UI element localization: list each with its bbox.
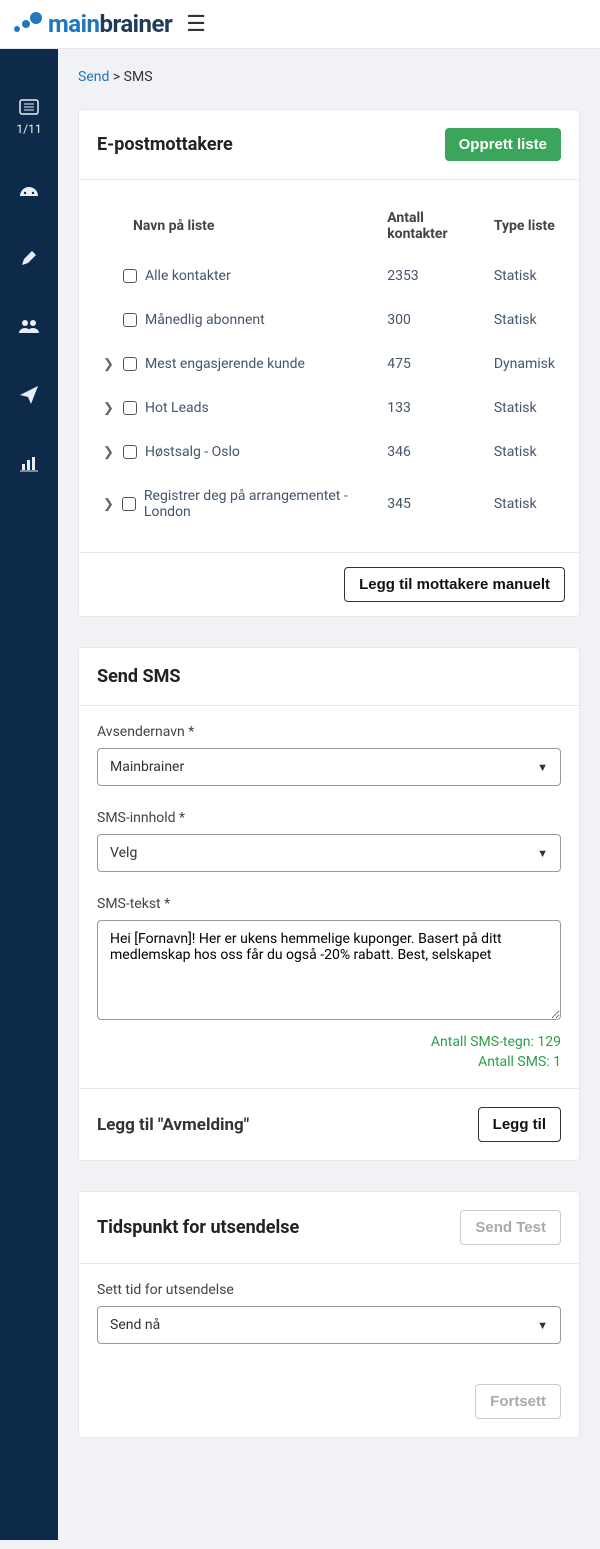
pencil-icon bbox=[20, 249, 38, 267]
col-count: Antall kontakter bbox=[381, 198, 488, 254]
row-name-label: Alle kontakter bbox=[145, 268, 231, 284]
table-row: ❯ Høstsalg - Oslo 346Statisk bbox=[97, 430, 561, 474]
row-checkbox[interactable] bbox=[123, 269, 137, 283]
schedule-time-value: Send nå bbox=[110, 1317, 160, 1333]
chevron-right-icon[interactable]: ❯ bbox=[103, 401, 115, 416]
table-row: ❯ Mest engasjerende kunde 475Dynamisk bbox=[97, 342, 561, 386]
sidebar-progress[interactable]: 1/11 bbox=[16, 99, 41, 136]
add-unsubscribe-button[interactable]: Legg til bbox=[478, 1107, 561, 1142]
sidebar-dashboard[interactable] bbox=[18, 182, 40, 203]
sidebar-reports[interactable] bbox=[20, 456, 38, 477]
progress-count: 1/11 bbox=[16, 122, 41, 136]
logo-dots-icon bbox=[12, 12, 42, 36]
row-checkbox[interactable] bbox=[123, 445, 137, 459]
chevron-right-icon[interactable]: ❯ bbox=[103, 497, 114, 512]
breadcrumb-current: SMS bbox=[124, 69, 153, 85]
sidebar-users[interactable] bbox=[18, 318, 40, 339]
row-type: Statisk bbox=[488, 254, 561, 298]
gauge-icon bbox=[18, 182, 40, 198]
continue-button[interactable]: Fortsett bbox=[475, 1384, 561, 1419]
row-name-label: Høstsalg - Oslo bbox=[145, 444, 240, 460]
table-row: Alle kontakter 2353Statisk bbox=[97, 254, 561, 298]
row-count: 346 bbox=[381, 430, 488, 474]
unsubscribe-title: Legg til "Avmelding" bbox=[97, 1115, 249, 1135]
row-type: Statisk bbox=[488, 298, 561, 342]
table-row: Månedlig abonnent 300Statisk bbox=[97, 298, 561, 342]
row-type: Statisk bbox=[488, 430, 561, 474]
caret-down-icon: ▼ bbox=[537, 847, 548, 860]
breadcrumb-sep: > bbox=[109, 69, 123, 85]
sidebar: 1/11 bbox=[0, 49, 58, 1540]
row-checkbox[interactable] bbox=[123, 357, 137, 371]
row-type: Statisk bbox=[488, 386, 561, 430]
sms-char-count: Antall SMS-tegn: 129 bbox=[97, 1034, 561, 1050]
row-count: 300 bbox=[381, 298, 488, 342]
row-type: Statisk bbox=[488, 474, 561, 534]
send-test-button[interactable]: Send Test bbox=[460, 1210, 561, 1245]
create-list-button[interactable]: Opprett liste bbox=[445, 128, 561, 161]
add-recipients-manual-button[interactable]: Legg til mottakere manuelt bbox=[344, 567, 565, 602]
sms-content-select[interactable]: Velg ▼ bbox=[97, 834, 561, 872]
recipients-table: Navn på liste Antall kontakter Type list… bbox=[97, 198, 561, 534]
table-row: ❯ Hot Leads 133Statisk bbox=[97, 386, 561, 430]
chevron-right-icon[interactable]: ❯ bbox=[103, 445, 115, 460]
schedule-time-select[interactable]: Send nå ▼ bbox=[97, 1306, 561, 1344]
main-content: Send > SMS E-postmottakere Opprett liste… bbox=[58, 49, 600, 1540]
caret-down-icon: ▼ bbox=[537, 1319, 548, 1332]
breadcrumb-parent[interactable]: Send bbox=[78, 69, 109, 85]
paper-plane-icon bbox=[19, 385, 39, 405]
col-name: Navn på liste bbox=[97, 198, 381, 254]
users-icon bbox=[18, 318, 40, 334]
send-sms-card: Send SMS Avsendernavn * Mainbrainer ▼ SM… bbox=[78, 647, 580, 1161]
send-sms-title: Send SMS bbox=[97, 666, 180, 687]
row-count: 133 bbox=[381, 386, 488, 430]
schedule-time-label: Sett tid for utsendelse bbox=[97, 1282, 561, 1298]
hamburger-icon[interactable]: ☰ bbox=[186, 12, 206, 37]
chevron-right-icon[interactable]: ❯ bbox=[103, 357, 115, 372]
recipients-title: E-postmottakere bbox=[97, 134, 233, 155]
row-name-label: Månedlig abonnent bbox=[145, 312, 265, 328]
chart-icon bbox=[20, 456, 38, 472]
sms-text-input[interactable] bbox=[97, 920, 561, 1020]
sender-name-value: Mainbrainer bbox=[110, 759, 184, 775]
row-name-label: Hot Leads bbox=[145, 400, 209, 416]
breadcrumb: Send > SMS bbox=[78, 69, 580, 85]
row-checkbox[interactable] bbox=[123, 313, 137, 327]
row-name-label: Registrer deg på arrangementet - London bbox=[144, 488, 375, 520]
row-checkbox[interactable] bbox=[122, 497, 136, 511]
sidebar-send[interactable] bbox=[19, 385, 39, 410]
sms-content-value: Velg bbox=[110, 845, 137, 861]
list-icon bbox=[19, 99, 39, 115]
row-count: 345 bbox=[381, 474, 488, 534]
sidebar-edit[interactable] bbox=[20, 249, 38, 272]
brand-text: mainbrainer bbox=[48, 10, 172, 38]
sender-name-select[interactable]: Mainbrainer ▼ bbox=[97, 748, 561, 786]
sms-text-label: SMS-tekst * bbox=[97, 896, 561, 912]
topbar: mainbrainer ☰ bbox=[0, 0, 600, 49]
sms-content-label: SMS-innhold * bbox=[97, 810, 561, 826]
sender-name-label: Avsendernavn * bbox=[97, 724, 561, 740]
row-count: 475 bbox=[381, 342, 488, 386]
brand-logo[interactable]: mainbrainer bbox=[12, 10, 172, 38]
row-name-label: Mest engasjerende kunde bbox=[145, 356, 305, 372]
sms-count: Antall SMS: 1 bbox=[97, 1054, 561, 1070]
schedule-title: Tidspunkt for utsendelse bbox=[97, 1217, 299, 1238]
recipients-card: E-postmottakere Opprett liste Navn på li… bbox=[78, 109, 580, 617]
row-count: 2353 bbox=[381, 254, 488, 298]
schedule-card: Tidspunkt for utsendelse Send Test Sett … bbox=[78, 1191, 580, 1438]
row-checkbox[interactable] bbox=[123, 401, 137, 415]
caret-down-icon: ▼ bbox=[537, 761, 548, 774]
col-type: Type liste bbox=[488, 198, 561, 254]
table-row: ❯ Registrer deg på arrangementet - London… bbox=[97, 474, 561, 534]
row-type: Dynamisk bbox=[488, 342, 561, 386]
